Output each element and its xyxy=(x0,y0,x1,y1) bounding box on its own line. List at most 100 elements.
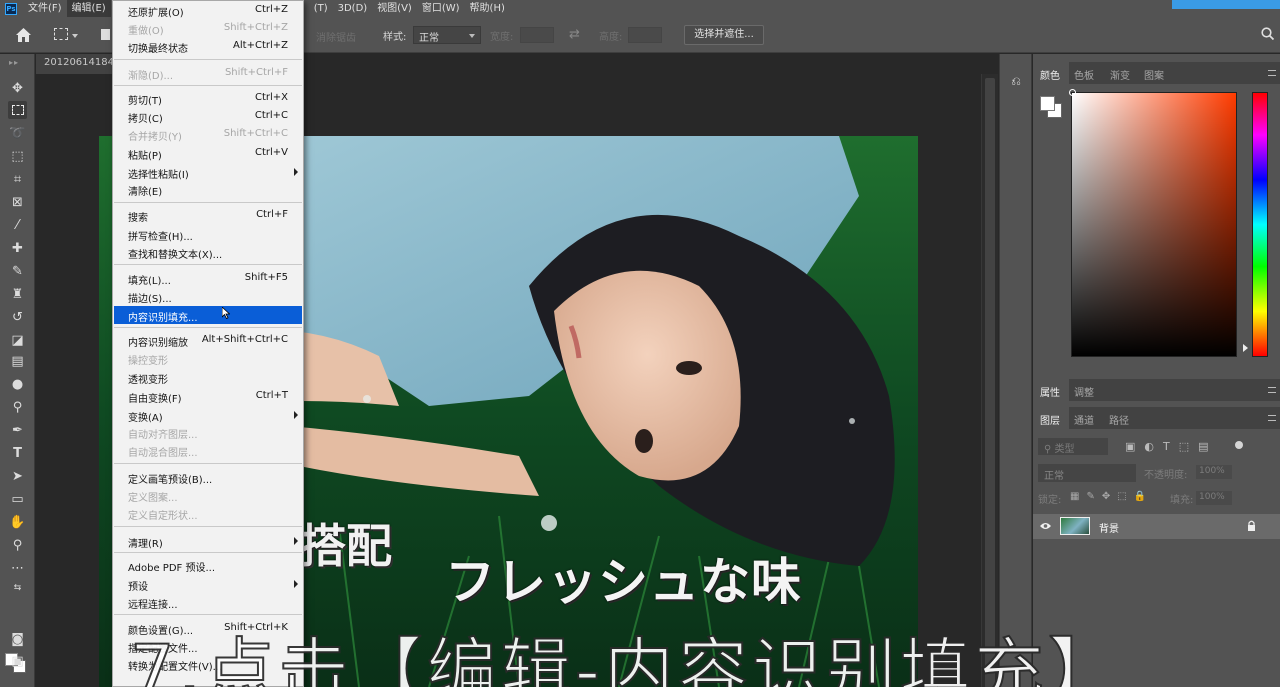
tab-adjustments[interactable]: 调整 xyxy=(1074,384,1094,399)
foreground-color-chip[interactable] xyxy=(1040,96,1055,111)
lasso-tool-icon[interactable]: ➰ xyxy=(8,124,27,142)
panel-grip-icon[interactable]: ▸▸ xyxy=(9,58,19,67)
search-icon[interactable] xyxy=(1261,27,1274,40)
tab-gradients[interactable]: 渐变 xyxy=(1110,67,1130,82)
menu-item-find-replace[interactable]: 查找和替换文本(X)... xyxy=(114,243,302,261)
home-icon[interactable] xyxy=(16,28,31,42)
layer-filter-select[interactable]: ⚲ 类型 xyxy=(1038,438,1108,455)
menu-item-define-pattern[interactable]: 定义图案... xyxy=(114,486,302,504)
select-and-mask-button[interactable]: 选择并遮住... xyxy=(684,25,764,45)
blur-tool-icon[interactable]: ● xyxy=(8,375,27,393)
move-tool-icon[interactable]: ✥ xyxy=(8,79,27,97)
path-select-tool-icon[interactable]: ➤ xyxy=(8,467,27,485)
crop-tool-icon[interactable]: ⌗ xyxy=(8,170,27,188)
layer-row-background[interactable]: 背景 xyxy=(1033,514,1280,539)
blend-mode-select[interactable]: 正常 xyxy=(1038,464,1136,482)
menu-item-copy-merged[interactable]: 合并拷贝(Y) Shift+Ctrl+C xyxy=(114,125,302,143)
quick-mask-icon[interactable]: ◙ xyxy=(8,630,27,648)
type-tool-icon[interactable]: T xyxy=(8,444,27,462)
history-panel-icon[interactable]: ⎌ xyxy=(1006,74,1026,92)
menu-item-paste-special[interactable]: 选择性粘贴(I) xyxy=(114,163,302,181)
menu-item-purge[interactable]: 清理(R) xyxy=(114,532,302,550)
antialias-checkbox-label[interactable]: 消除锯齿 xyxy=(316,29,356,44)
rectangle-tool-icon[interactable]: ▭ xyxy=(8,490,27,508)
color-picker-field[interactable] xyxy=(1071,92,1237,357)
hand-tool-icon[interactable]: ✋ xyxy=(8,513,27,531)
menu-item-stroke[interactable]: 描边(S)... xyxy=(114,287,302,305)
menu-item-perspective-warp[interactable]: 透视变形 xyxy=(114,368,302,386)
eye-icon[interactable] xyxy=(1040,522,1051,530)
style-select[interactable]: 正常 xyxy=(413,26,481,44)
height-input[interactable] xyxy=(628,27,662,43)
menu-item-search[interactable]: 搜索 Ctrl+F xyxy=(114,206,302,224)
zoom-tool-icon[interactable]: ⚲ xyxy=(8,536,27,554)
brush-tool-icon[interactable]: ✎ xyxy=(8,262,27,280)
menu-window[interactable]: 窗口(W) xyxy=(417,0,465,17)
tab-paths[interactable]: 路径 xyxy=(1109,412,1129,427)
more-tools-icon[interactable]: ⋯ xyxy=(8,559,27,577)
scrollbar-thumb[interactable] xyxy=(985,78,995,687)
rect-marquee-tool-icon[interactable] xyxy=(8,101,27,119)
document-tab[interactable]: 2012061418448 xyxy=(36,54,114,74)
menu-item-presets[interactable]: 预设 xyxy=(114,575,302,593)
eyedropper-tool-icon[interactable]: ⁄ xyxy=(8,216,27,234)
layer-thumbnail[interactable] xyxy=(1060,517,1090,535)
menu-item-auto-blend-layers[interactable]: 自动混合图层... xyxy=(114,441,302,459)
menu-item-remote-connections[interactable]: 远程连接... xyxy=(114,593,302,611)
lock-option-icons[interactable]: ▦✎✥⬚🔒 xyxy=(1070,491,1153,502)
menu-item-puppet-warp[interactable]: 操控变形 xyxy=(114,349,302,367)
tab-color[interactable]: 颜色 xyxy=(1040,67,1060,82)
clone-stamp-tool-icon[interactable]: ♜ xyxy=(8,285,27,303)
hue-slider-handle[interactable] xyxy=(1243,344,1248,352)
dodge-tool-icon[interactable]: ⚲ xyxy=(8,398,27,416)
chevron-down-icon[interactable] xyxy=(72,34,78,38)
tab-swatches[interactable]: 色板 xyxy=(1074,67,1094,82)
lock-icon[interactable] xyxy=(1247,520,1256,531)
menu-item-fill[interactable]: 填充(L)... Shift+F5 xyxy=(114,269,302,287)
screen-mode-icon[interactable]: ▣ xyxy=(8,652,27,670)
gradient-tool-icon[interactable]: ▤ xyxy=(8,352,27,370)
pen-tool-icon[interactable]: ✒ xyxy=(8,421,27,439)
filter-toggle-icon[interactable] xyxy=(1235,441,1243,449)
menu-view[interactable]: 视图(V) xyxy=(372,0,417,17)
layer-filter-icons[interactable]: ▣◐T⬚▤ xyxy=(1125,440,1218,453)
tab-properties[interactable]: 属性 xyxy=(1040,384,1060,399)
menu-item-cut[interactable]: 剪切(T) Ctrl+X xyxy=(114,89,302,107)
hue-slider[interactable] xyxy=(1252,92,1268,357)
swap-icon[interactable]: ⇄ xyxy=(569,27,580,42)
menu-edit[interactable]: 编辑(E) xyxy=(66,0,111,17)
history-brush-tool-icon[interactable]: ↺ xyxy=(8,308,27,326)
menu-file[interactable]: 文件(F) xyxy=(23,0,67,17)
menu-item-content-aware-scale[interactable]: 内容识别缩放 Alt+Shift+Ctrl+C xyxy=(114,331,302,349)
menu-item-content-aware-fill[interactable]: 内容识别填充... xyxy=(114,306,302,324)
menu-item-redo[interactable]: 重做(O) Shift+Ctrl+Z xyxy=(114,19,302,37)
frame-tool-icon[interactable]: ⊠ xyxy=(8,193,27,211)
menu-3d[interactable]: 3D(D) xyxy=(333,0,373,17)
menu-item-spell-check[interactable]: 拼写检查(H)... xyxy=(114,225,302,243)
layer-name[interactable]: 背景 xyxy=(1099,520,1119,535)
menu-item-copy[interactable]: 拷贝(C) Ctrl+C xyxy=(114,107,302,125)
menu-item-toggle-last-state[interactable]: 切换最终状态 Alt+Ctrl+Z xyxy=(114,37,302,55)
menu-item-define-shape[interactable]: 定义自定形状... xyxy=(114,504,302,522)
eraser-tool-icon[interactable]: ◪ xyxy=(8,331,27,349)
tab-patterns[interactable]: 图案 xyxy=(1144,67,1164,82)
panel-menu-icon[interactable] xyxy=(1268,70,1276,76)
new-selection-icon[interactable] xyxy=(101,29,110,40)
menu-item-clear[interactable]: 清除(E) xyxy=(114,180,302,198)
menu-help[interactable]: 帮助(H) xyxy=(465,0,510,17)
menu-type[interactable]: (T) xyxy=(309,0,333,17)
menu-item-pdf-presets[interactable]: Adobe PDF 预设... xyxy=(114,556,302,574)
menu-item-undo[interactable]: 还原扩展(O) Ctrl+Z xyxy=(114,1,302,19)
menu-item-define-brush[interactable]: 定义画笔预设(B)... xyxy=(114,468,302,486)
healing-brush-tool-icon[interactable]: ✚ xyxy=(8,239,27,257)
canvas-vertical-scrollbar[interactable] xyxy=(981,74,998,687)
menu-item-fade[interactable]: 渐隐(D)... Shift+Ctrl+F xyxy=(114,64,302,82)
menu-item-transform[interactable]: 变换(A) xyxy=(114,406,302,424)
menu-item-paste[interactable]: 粘贴(P) Ctrl+V xyxy=(114,144,302,162)
object-select-tool-icon[interactable]: ⬚ xyxy=(8,147,27,165)
rect-marquee-preset-icon[interactable] xyxy=(54,28,68,40)
fill-input[interactable]: 100% xyxy=(1196,491,1232,505)
panel-menu-icon[interactable] xyxy=(1268,415,1276,421)
tab-layers[interactable]: 图层 xyxy=(1040,412,1060,427)
default-colors-icon[interactable]: ⇆ xyxy=(8,579,27,597)
